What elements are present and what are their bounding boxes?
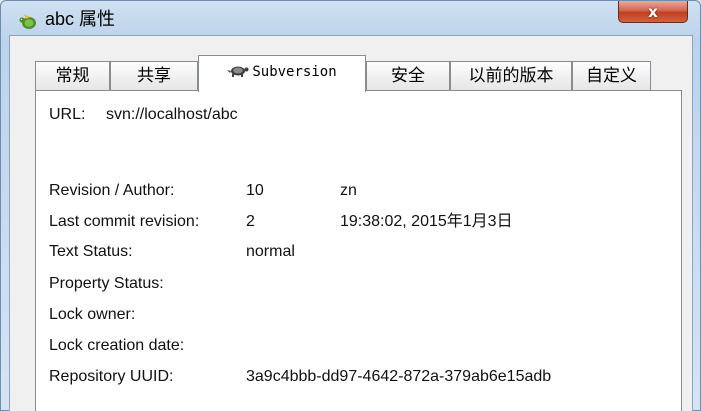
field-label: Lock creation date: (49, 337, 185, 354)
window-title: abc 属性 (45, 9, 116, 29)
subversion-properties-panel: URL: svn://localhost/abc Revision / Auth… (35, 90, 682, 411)
tortoise-svn-icon (227, 66, 249, 77)
dialog-client-area: 常规 共享 Subversion 安全 以前的版本 自定义 URL: svn:/… (9, 35, 693, 411)
tab-label: 共享 (137, 66, 171, 85)
author-value: zn (340, 182, 357, 199)
revision-value: 10 (246, 182, 264, 199)
url-value: svn://localhost/abc (106, 106, 238, 123)
text-status-value: normal (246, 243, 295, 260)
close-icon: x (648, 2, 658, 21)
properties-window: abc 属性 x 常规 共享 Subversion 安全 以前的版本 自定义 U… (0, 0, 701, 411)
repository-uuid-value: 3a9c4bbb-dd97-4642-872a-379ab6e15adb (246, 368, 552, 385)
tab-general[interactable]: 常规 (35, 61, 110, 90)
tab-label: Subversion (252, 64, 337, 80)
field-label: Property Status: (49, 275, 164, 292)
tab-customize[interactable]: 自定义 (572, 61, 651, 90)
tab-sharing[interactable]: 共享 (110, 61, 198, 90)
field-label: Revision / Author: (49, 182, 175, 199)
tab-label: 安全 (391, 66, 425, 85)
tab-label: 常规 (55, 66, 90, 85)
title-bar[interactable]: abc 属性 x (1, 1, 700, 37)
tab-label: 自定义 (586, 66, 637, 85)
tab-label: 以前的版本 (468, 66, 554, 85)
field-label: Lock owner: (49, 306, 136, 323)
tortoise-svn-app-icon (19, 14, 36, 29)
tab-subversion[interactable]: Subversion (198, 55, 366, 92)
tab-security[interactable]: 安全 (366, 61, 450, 90)
last-commit-revision-value: 2 (246, 213, 255, 230)
close-button[interactable]: x (618, 1, 688, 23)
url-label: URL: (49, 106, 86, 123)
field-label: Repository UUID: (49, 368, 174, 385)
field-label: Last commit revision: (49, 213, 200, 230)
last-commit-date-value: 19:38:02, 2015年1月3日 (340, 213, 513, 230)
tab-strip: 常规 共享 Subversion 安全 以前的版本 自定义 (10, 36, 692, 96)
field-label: Text Status: (49, 243, 133, 260)
tab-previous-versions[interactable]: 以前的版本 (450, 61, 572, 90)
